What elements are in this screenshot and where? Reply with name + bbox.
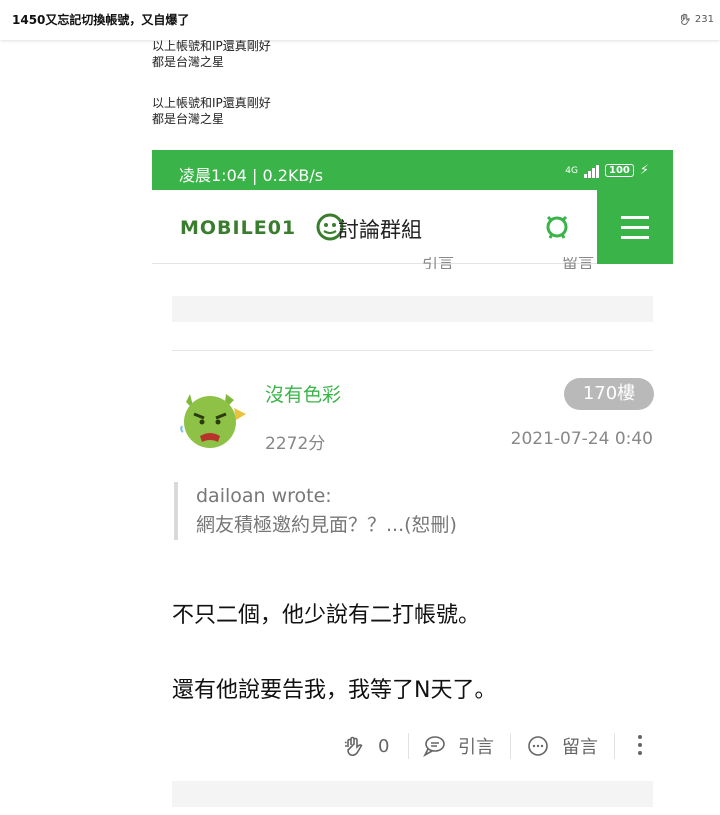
post-paragraph: 不只二個，他少說有二打帳號。 xyxy=(172,603,481,628)
section-title: 討論群組 xyxy=(338,218,422,242)
embedded-screenshot: 凌晨1:04 | 0.2KB/s 4G 100 ⚡ MOBILE01 討論群組 xyxy=(152,150,673,815)
logo-wordmark: MOBILE01 xyxy=(180,217,296,239)
post-separator-bar xyxy=(172,781,653,807)
like-counter[interactable]: 231 xyxy=(678,12,714,26)
post-paragraph: 還有他說要告我，我等了N天了。 xyxy=(172,678,497,703)
like-count: 231 xyxy=(694,13,714,25)
status-time: 凌晨1:04 | 0.2KB/s xyxy=(179,166,324,185)
quoted-line: 都是台灣之星 xyxy=(152,55,225,69)
mobile01-logo[interactable]: MOBILE01 xyxy=(180,212,345,242)
battery-level: 100 xyxy=(608,165,630,176)
charging-icon: ⚡ xyxy=(639,163,649,178)
divider xyxy=(510,733,511,759)
network-type: 4G xyxy=(565,165,578,176)
floor-badge[interactable]: 170樓 xyxy=(564,378,654,410)
quote-label: 引言 xyxy=(458,737,494,758)
phone-status-bar: 凌晨1:04 | 0.2KB/s 4G 100 ⚡ xyxy=(152,150,673,190)
post-actions: 0 引言 留言 xyxy=(342,731,662,761)
quoted-text-block: 以上帳號和IP還真剛好 都是台灣之星 xyxy=(152,38,271,70)
previous-post-actions: 引言 留言 xyxy=(342,257,662,269)
clap-icon xyxy=(344,736,363,757)
clap-icon xyxy=(680,13,690,26)
quote-button[interactable]: 引言 xyxy=(422,731,494,761)
status-icons: 4G 100 ⚡ xyxy=(565,163,649,178)
post-author[interactable]: 沒有色彩 xyxy=(265,380,341,407)
divider xyxy=(408,733,409,759)
clap-count: 0 xyxy=(378,735,390,757)
signal-icon xyxy=(583,164,599,178)
avatar[interactable] xyxy=(176,380,248,452)
prev-comment-label[interactable]: 留言 xyxy=(562,257,594,269)
quoted-line: 以上帳號和IP還真剛好 xyxy=(152,39,271,53)
comment-button[interactable]: 留言 xyxy=(526,731,598,761)
prev-quote-label[interactable]: 引言 xyxy=(422,257,454,269)
comment-icon xyxy=(528,736,548,756)
app-header: MOBILE01 討論群組 xyxy=(152,190,673,264)
quote-block: dailoan wrote: 網友積極邀約見面？？...(恕刪) xyxy=(174,482,457,540)
comment-label: 留言 xyxy=(562,737,598,758)
search-icon[interactable] xyxy=(542,212,572,242)
author-score: 2272分 xyxy=(265,434,326,454)
battery-icon: 100 xyxy=(604,164,634,177)
post-date: 2021-07-24 0:40 xyxy=(510,429,653,449)
post-separator-bar xyxy=(172,296,653,322)
svg-text:MOBILE01: MOBILE01 xyxy=(180,217,296,239)
quoted-text-block: 以上帳號和IP還真剛好 都是台灣之星 xyxy=(152,95,271,127)
forum-topbar: 1450又忘記切換帳號，又自爆了 231 xyxy=(0,0,720,40)
quoted-line: 以上帳號和IP還真剛好 xyxy=(152,96,271,110)
quote-icon xyxy=(423,736,445,758)
thread-title: 1450又忘記切換帳號，又自爆了 xyxy=(12,13,190,27)
quoted-line: 都是台灣之星 xyxy=(152,112,225,126)
divider xyxy=(172,350,653,351)
more-options-icon[interactable] xyxy=(638,735,642,755)
clap-button[interactable]: 0 xyxy=(342,731,389,761)
quote-text[interactable]: 網友積極邀約見面？？...(恕刪) xyxy=(196,511,457,540)
divider xyxy=(614,733,615,759)
hamburger-menu-icon[interactable] xyxy=(597,190,673,264)
quote-author: dailoan wrote: xyxy=(196,485,332,507)
